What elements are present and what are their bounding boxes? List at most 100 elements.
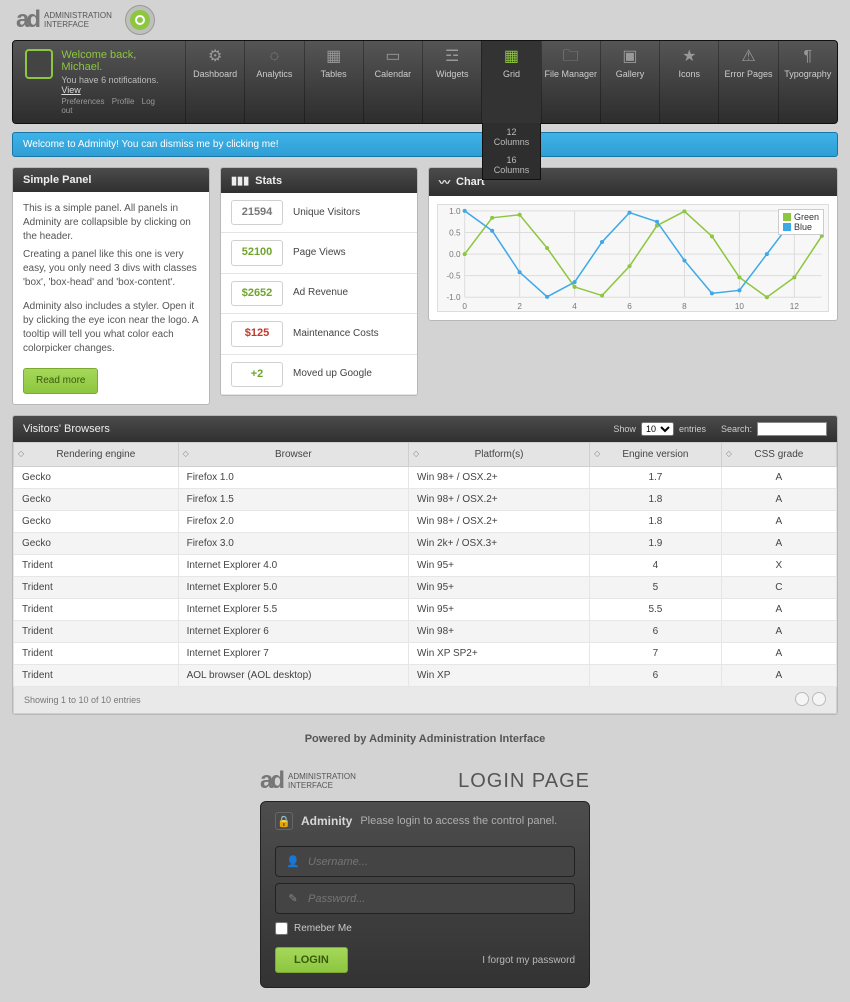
table-info: Showing 1 to 10 of 10 entries: [24, 695, 141, 705]
login-brand-glyph: ad: [260, 767, 282, 795]
browsers-table: ◇Rendering engine◇Browser◇Platform(s)◇En…: [13, 442, 837, 687]
stat-row: 21594Unique Visitors: [221, 193, 417, 233]
read-more-button[interactable]: Read more: [23, 368, 98, 394]
login-button[interactable]: LOGIN: [275, 947, 348, 973]
chart-icon: 〰: [439, 174, 450, 190]
sort-icon: ◇: [594, 449, 600, 458]
svg-text:-1.0: -1.0: [446, 293, 461, 302]
nav-analytics[interactable]: ◌Analytics: [244, 41, 303, 123]
password-field[interactable]: ✎: [275, 883, 575, 914]
entries-select[interactable]: 10: [641, 422, 674, 436]
table-search-input[interactable]: [757, 422, 827, 436]
password-input[interactable]: [308, 893, 564, 905]
login-box: 🔒 Adminity Please login to access the co…: [260, 801, 590, 988]
table-row: TridentAOL browser (AOL desktop)Win XP6A: [14, 665, 837, 687]
submenu-item[interactable]: 12 Columns: [483, 123, 539, 151]
login-page-title: LOGIN PAGE: [362, 770, 590, 793]
powered-by: Powered by Adminity Administration Inter…: [0, 733, 850, 745]
welcome-notif: You have 6 notifications. View: [61, 73, 173, 97]
header: Welcome back, Michael. You have 6 notifi…: [12, 40, 838, 124]
stat-value: 52100: [231, 240, 283, 265]
table-row: TridentInternet Explorer 5.5Win 95+5.5A: [14, 599, 837, 621]
svg-text:0.5: 0.5: [449, 229, 461, 238]
col-header[interactable]: ◇CSS grade: [721, 443, 836, 467]
nav-icon: ▣: [601, 47, 659, 67]
table-row: TridentInternet Explorer 5.0Win 95+5C: [14, 577, 837, 599]
nav-icon: ⚠: [719, 47, 777, 67]
username-input[interactable]: [308, 856, 564, 868]
stats-panel-head[interactable]: ▮▮▮Stats: [221, 168, 417, 193]
nav-file-manager[interactable]: 🗀File Manager: [541, 41, 600, 123]
svg-text:-0.5: -0.5: [446, 272, 461, 281]
stat-label: Maintenance Costs: [293, 327, 379, 341]
pencil-icon: ✎: [286, 892, 300, 905]
svg-text:6: 6: [627, 302, 632, 311]
svg-text:10: 10: [735, 302, 745, 311]
table-row: GeckoFirefox 1.0Win 98+ / OSX.2+1.7A: [14, 467, 837, 489]
simple-p1: This is a simple panel. All panels in Ad…: [23, 202, 199, 244]
stat-row: $2652Ad Revenue: [221, 274, 417, 314]
forgot-password-link[interactable]: I forgot my password: [482, 955, 575, 966]
nav-grid[interactable]: ▦Grid12 Columns16 Columns: [481, 41, 540, 123]
link-preferences[interactable]: Preferences: [61, 97, 104, 106]
svg-text:2: 2: [517, 302, 522, 311]
nav-tables[interactable]: ▦Tables: [304, 41, 363, 123]
svg-text:1.0: 1.0: [449, 207, 461, 216]
table-pager[interactable]: [792, 692, 826, 708]
nav-icon: ▦: [482, 47, 540, 67]
simple-panel-head[interactable]: Simple Panel: [13, 168, 209, 192]
sort-icon: ◇: [413, 449, 419, 458]
nav-dashboard[interactable]: ⚙Dashboard: [185, 41, 244, 123]
svg-text:0: 0: [462, 302, 467, 311]
submenu-item[interactable]: 16 Columns: [483, 151, 539, 179]
col-header[interactable]: ◇Platform(s): [409, 443, 590, 467]
nav-icon: ⚙: [186, 47, 244, 67]
table-row: TridentInternet Explorer 7Win XP SP2+7A: [14, 643, 837, 665]
stats-panel: ▮▮▮Stats 21594Unique Visitors52100Page V…: [220, 167, 418, 396]
col-header[interactable]: ◇Rendering engine: [14, 443, 179, 467]
username-field[interactable]: 👤: [275, 846, 575, 877]
link-profile[interactable]: Profile: [112, 97, 135, 106]
user-icon: 👤: [286, 855, 300, 868]
nav-widgets[interactable]: ☲Widgets: [422, 41, 481, 123]
nav-icon: ▭: [364, 47, 422, 67]
table-row: GeckoFirefox 3.0Win 2k+ / OSX.3+1.9A: [14, 533, 837, 555]
browsers-table-panel: Visitors' Browsers Show 10 entries Searc…: [12, 415, 838, 715]
stat-row: $125 Maintenance Costs: [221, 314, 417, 354]
nav-icon: ¶: [779, 47, 837, 67]
table-title: Visitors' Browsers: [23, 423, 110, 435]
brand-text: ADMINISTRATIONINTERFACE: [44, 11, 112, 29]
nav-icon: 🗀: [542, 47, 600, 67]
svg-text:0.0: 0.0: [449, 250, 461, 259]
sort-icon: ◇: [726, 449, 732, 458]
lock-icon: 🔒: [275, 812, 293, 830]
col-header[interactable]: ◇Browser: [178, 443, 408, 467]
sort-icon: ◇: [183, 449, 189, 458]
nav-typography[interactable]: ¶Typography: [778, 41, 837, 123]
chart-plot: -1.0-0.50.00.51.0024681012 Green Blue: [437, 204, 829, 312]
sort-icon: ◇: [18, 449, 24, 458]
brand-bar: ad ADMINISTRATIONINTERFACE: [0, 0, 850, 40]
stat-label: Unique Visitors: [293, 206, 360, 220]
stat-row: +2Moved up Google: [221, 355, 417, 395]
table-row: GeckoFirefox 2.0Win 98+ / OSX.2+1.8A: [14, 511, 837, 533]
nav-calendar[interactable]: ▭Calendar: [363, 41, 422, 123]
chart-panel: 〰Chart -1.0-0.50.00.51.0024681012 Green …: [428, 167, 838, 321]
nav-icons[interactable]: ★Icons: [659, 41, 718, 123]
chart-legend: Green Blue: [778, 209, 824, 235]
nav-icon: ◌: [245, 47, 303, 67]
col-header[interactable]: ◇Engine version: [590, 443, 722, 467]
svg-text:4: 4: [572, 302, 577, 311]
welcome-greeting: Welcome back, Michael.: [61, 49, 173, 73]
svg-text:8: 8: [682, 302, 687, 311]
nav-error-pages[interactable]: ⚠Error Pages: [718, 41, 777, 123]
simple-p3: Adminity also includes a styler. Open it…: [23, 300, 199, 356]
nav-gallery[interactable]: ▣Gallery: [600, 41, 659, 123]
stat-value: $125: [231, 321, 283, 346]
view-link[interactable]: View: [61, 85, 80, 95]
brand-glyph: ad: [16, 6, 38, 34]
remember-checkbox[interactable]: [275, 922, 288, 935]
styler-eye-icon[interactable]: [126, 6, 154, 34]
table-row: TridentInternet Explorer 6Win 98+6A: [14, 621, 837, 643]
dismissable-notice[interactable]: Welcome to Adminity! You can dismiss me …: [12, 132, 838, 157]
